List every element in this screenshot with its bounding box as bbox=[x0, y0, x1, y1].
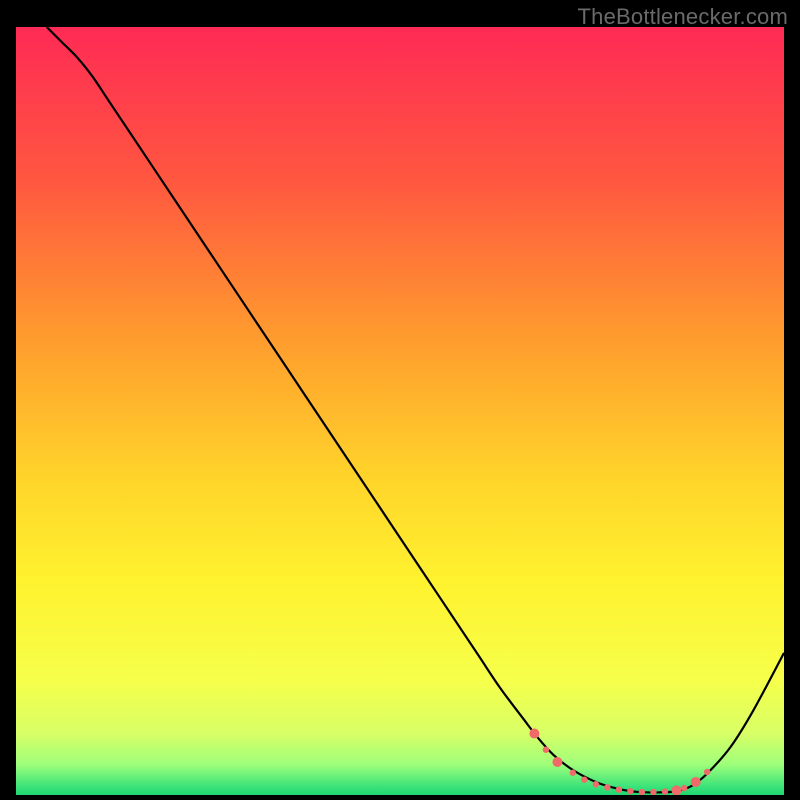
marker-dot bbox=[704, 769, 710, 775]
marker-dot bbox=[593, 781, 599, 787]
marker-dot bbox=[639, 789, 645, 795]
marker-dot bbox=[671, 785, 681, 795]
marker-dot bbox=[543, 746, 549, 752]
marker-dot bbox=[581, 776, 587, 782]
marker-dot bbox=[616, 786, 622, 792]
bottleneck-chart bbox=[16, 27, 784, 795]
marker-dot bbox=[627, 788, 633, 794]
marker-dot bbox=[662, 788, 668, 794]
gradient-background bbox=[16, 27, 784, 795]
marker-dot bbox=[650, 789, 656, 795]
marker-dot bbox=[604, 784, 610, 790]
chart-plot-area bbox=[16, 27, 784, 795]
marker-dot bbox=[552, 757, 562, 767]
marker-dot bbox=[691, 777, 701, 787]
marker-dot bbox=[529, 729, 539, 739]
marker-dot bbox=[681, 785, 687, 791]
marker-dot bbox=[570, 770, 576, 776]
